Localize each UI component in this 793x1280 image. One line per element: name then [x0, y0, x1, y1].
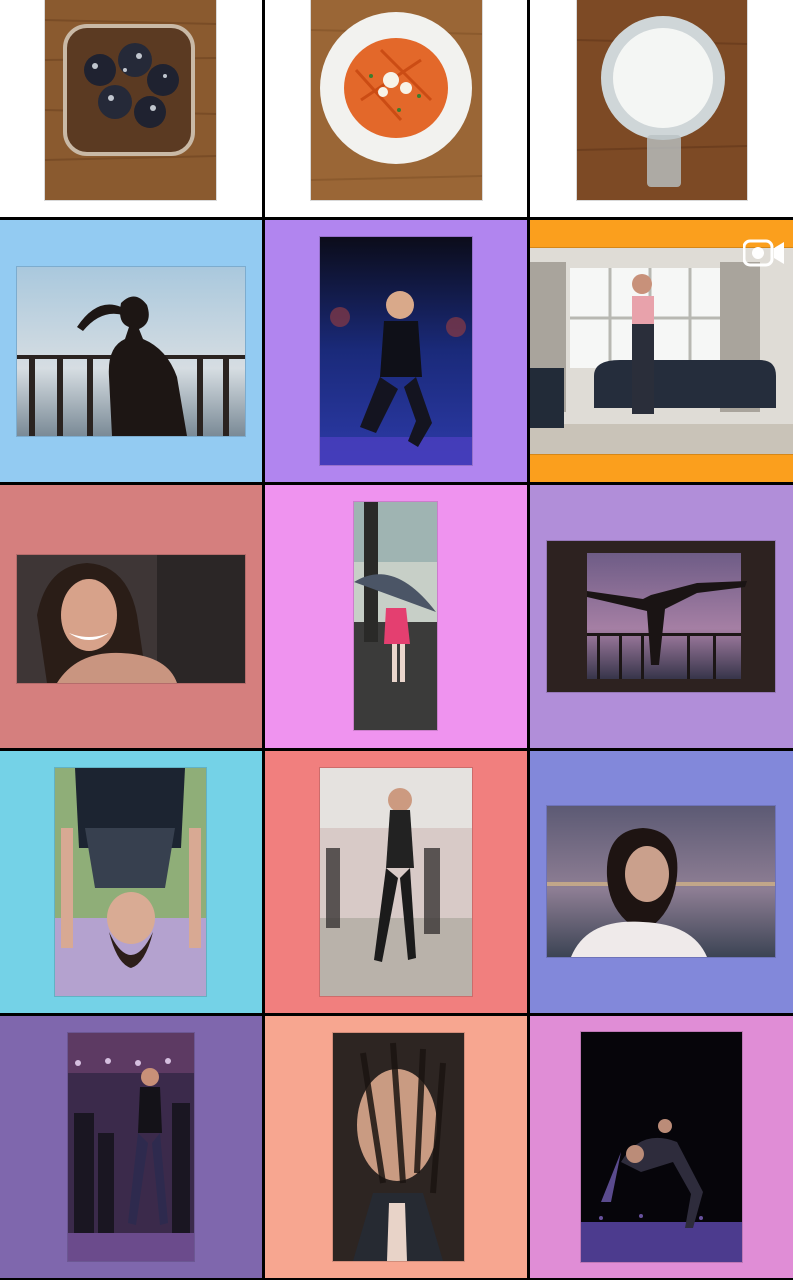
outdoor-dance-photo[interactable] [320, 768, 472, 996]
night-stretch-photo[interactable] [581, 1032, 742, 1262]
video-camera-icon [743, 238, 785, 268]
grid-tile-13[interactable] [0, 1016, 262, 1278]
grid-tile-10[interactable] [0, 751, 262, 1013]
grid-tile-14[interactable] [265, 1016, 527, 1278]
upside-down-bend-photo[interactable] [55, 768, 206, 996]
carrot-salad-photo[interactable] [311, 0, 482, 200]
grid-tile-7[interactable] [0, 485, 262, 748]
grid-tile-4[interactable] [0, 220, 262, 482]
grid-tile-2[interactable] [265, 0, 527, 217]
grid-tile-15[interactable] [530, 1016, 793, 1278]
blender-drink-photo[interactable] [577, 0, 747, 200]
hair-over-face-photo[interactable] [333, 1033, 464, 1261]
yoga-pose-window-photo[interactable] [547, 541, 775, 692]
umbrella-rain-photo[interactable] [354, 502, 437, 730]
gym-lunge-photo[interactable] [320, 237, 472, 465]
grid-tile-3[interactable] [530, 0, 793, 217]
silhouette-balcony-photo[interactable] [17, 267, 245, 436]
grid-tile-12[interactable] [530, 751, 793, 1013]
grid-tile-5[interactable] [265, 220, 527, 482]
seaside-portrait-photo[interactable] [547, 806, 775, 957]
smiling-portrait-photo[interactable] [17, 555, 245, 683]
grid-tile-1[interactable] [0, 0, 262, 217]
stage-dance-class-photo[interactable] [68, 1033, 194, 1261]
photo-grid [0, 0, 793, 1280]
living-room-workout-video[interactable] [530, 248, 793, 454]
bowl-of-dark-sweets-photo[interactable] [45, 0, 216, 200]
grid-tile-8[interactable] [265, 485, 527, 748]
grid-tile-6[interactable] [530, 220, 793, 482]
grid-tile-11[interactable] [265, 751, 527, 1013]
grid-tile-9[interactable] [530, 485, 793, 748]
